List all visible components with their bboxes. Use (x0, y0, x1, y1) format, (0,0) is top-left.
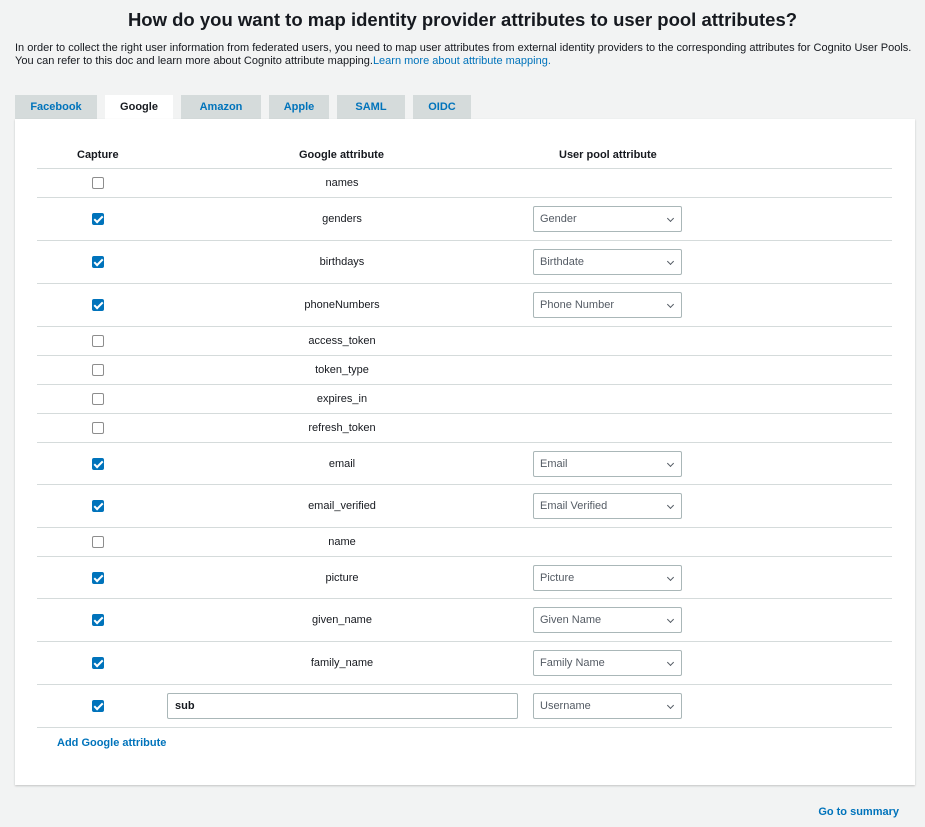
table-row: token_type (37, 356, 892, 385)
table-row: birthdays Birthdate (37, 241, 892, 284)
pool-attribute-select[interactable]: Gender (533, 206, 682, 232)
provider-attribute-name: name (328, 536, 356, 548)
provider-attribute-name: email_verified (308, 500, 376, 512)
pool-attribute-select[interactable]: Given Name (533, 607, 682, 633)
provider-attribute-name: given_name (312, 614, 372, 626)
provider-attribute-name: picture (325, 571, 359, 584)
provider-attribute-name: names (325, 177, 359, 189)
capture-checkbox[interactable] (92, 364, 104, 376)
learn-more-link[interactable]: Learn more about attribute mapping. (373, 55, 551, 67)
capture-checkbox[interactable] (92, 299, 104, 311)
intro-text: In order to collect the right user infor… (15, 42, 915, 68)
provider-attribute-name: birthdays (319, 256, 365, 268)
tab-oidc[interactable]: OIDC (413, 95, 471, 119)
capture-checkbox[interactable] (92, 256, 104, 268)
select-value: Email Verified (540, 500, 608, 512)
chevron-down-icon (666, 257, 675, 266)
header-pool-attribute: User pool attribute (559, 149, 657, 161)
table-row: given_name Given Name (37, 599, 892, 642)
chevron-down-icon (666, 615, 675, 624)
chevron-down-icon (666, 573, 675, 581)
tab-facebook[interactable]: Facebook (15, 95, 97, 119)
page-title: How do you want to map identity provider… (127, 9, 798, 30)
pool-attribute-select[interactable]: Email (533, 450, 682, 477)
capture-checkbox[interactable] (92, 422, 104, 434)
provider-tabs: Facebook Google Amazon Apple SAML OIDC (15, 95, 479, 119)
table-header: Capture Google attribute User pool attri… (37, 141, 892, 169)
provider-attribute-name: expires_in (316, 393, 368, 405)
capture-checkbox[interactable] (92, 571, 104, 584)
tab-amazon[interactable]: Amazon (181, 95, 261, 119)
chevron-down-icon (666, 459, 675, 467)
chevron-down-icon (666, 658, 675, 667)
table-row-custom: Username (37, 685, 892, 728)
pool-attribute-select[interactable]: Email Verified (533, 493, 682, 519)
tab-saml[interactable]: SAML (337, 95, 405, 119)
custom-attribute-input[interactable] (167, 693, 518, 719)
table-row: picture Picture (37, 557, 892, 599)
add-google-attribute-link[interactable]: Add Google attribute (57, 737, 166, 749)
select-value: Username (540, 700, 591, 712)
select-value: Given Name (540, 614, 602, 626)
table-row: name (37, 528, 892, 557)
pool-attribute-select[interactable]: Family Name (533, 650, 682, 676)
pool-attribute-select[interactable]: Picture (533, 564, 682, 591)
provider-attribute-name: token_type (315, 364, 369, 376)
table-row: access_token (37, 327, 892, 356)
attribute-mapping-panel: Capture Google attribute User pool attri… (15, 119, 915, 785)
go-to-summary-link[interactable]: Go to summary (818, 806, 899, 818)
header-provider-attribute: Google attribute (299, 149, 384, 161)
table-row: phoneNumbers Phone Number (37, 284, 892, 327)
select-value: Gender (540, 213, 577, 225)
capture-checkbox[interactable] (92, 177, 104, 189)
select-value: Family Name (540, 657, 605, 669)
capture-checkbox[interactable] (92, 614, 104, 626)
chevron-down-icon (666, 501, 675, 510)
table-row: email Email (37, 443, 892, 485)
provider-attribute-name: genders (322, 213, 362, 225)
capture-checkbox[interactable] (92, 213, 104, 225)
capture-checkbox[interactable] (92, 657, 104, 669)
capture-checkbox[interactable] (92, 457, 104, 470)
table-row: names (37, 169, 892, 198)
chevron-down-icon (666, 701, 675, 710)
table-row: family_name Family Name (37, 642, 892, 685)
header-capture: Capture (77, 149, 119, 161)
select-value: Phone Number (540, 299, 614, 311)
tab-apple[interactable]: Apple (269, 95, 329, 119)
capture-checkbox[interactable] (92, 700, 104, 712)
provider-attribute-name: email (328, 457, 356, 470)
table-row: refresh_token (37, 414, 892, 443)
provider-attribute-name: access_token (308, 335, 376, 347)
select-value: Email (540, 457, 568, 470)
tab-google[interactable]: Google (105, 95, 173, 119)
table-row: genders Gender (37, 198, 892, 241)
capture-checkbox[interactable] (92, 335, 104, 347)
select-value: Picture (540, 571, 575, 584)
provider-attribute-name: phoneNumbers (304, 299, 380, 311)
capture-checkbox[interactable] (92, 536, 104, 548)
pool-attribute-select[interactable]: Username (533, 693, 682, 719)
provider-attribute-name: refresh_token (308, 422, 376, 434)
table-row: email_verified Email Verified (37, 485, 892, 528)
chevron-down-icon (666, 214, 675, 223)
attribute-mapping-table: Capture Google attribute User pool attri… (37, 141, 892, 728)
table-row: expires_in (37, 385, 892, 414)
pool-attribute-select[interactable]: Birthdate (533, 249, 682, 275)
provider-attribute-name: family_name (310, 657, 374, 669)
capture-checkbox[interactable] (92, 393, 104, 405)
capture-checkbox[interactable] (92, 500, 104, 512)
chevron-down-icon (666, 300, 675, 309)
pool-attribute-select[interactable]: Phone Number (533, 292, 682, 318)
select-value: Birthdate (540, 256, 585, 268)
